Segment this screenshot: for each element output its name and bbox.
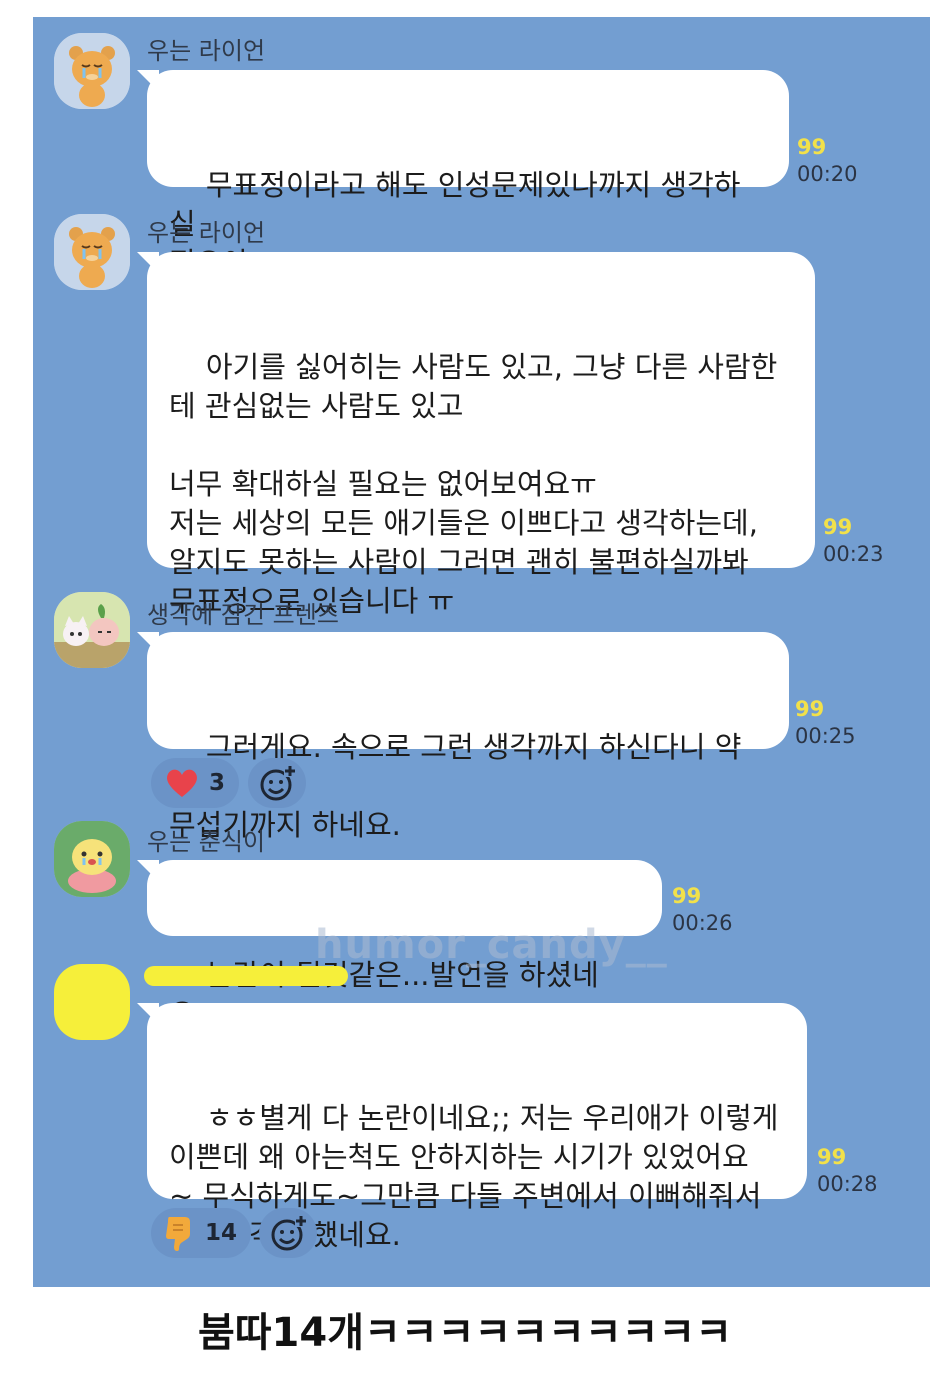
message-bubble[interactable]: 무표정이라고 해도 인성문제있나까지 생각하실 필요야... bbox=[137, 70, 789, 280]
message-text: 아기를 싫어히는 사람도 있고, 그냥 다른 사람한 테 관심없는 사람도 있고… bbox=[169, 350, 778, 618]
message-time: 00:26 bbox=[672, 911, 733, 935]
bubble-tail bbox=[137, 70, 159, 92]
sender-name: 우는 라이언 bbox=[147, 37, 266, 65]
message-bubble[interactable]: ㅎㅎ별게 다 논란이네요;; 저는 우리애가 이렇게 이쁜데 왜 아는척도 안하… bbox=[137, 1003, 807, 1252]
caption: 붐따14개ㅋㅋㅋㅋㅋㅋㅋㅋㅋㅋ bbox=[197, 1310, 733, 1356]
crying-lion-avatar-icon[interactable] bbox=[54, 214, 130, 290]
heart-icon bbox=[167, 769, 197, 797]
redacted-sender-name bbox=[144, 966, 348, 986]
unread-count: 99 bbox=[817, 1145, 847, 1169]
unread-count: 99 bbox=[823, 515, 853, 539]
bubble-tail bbox=[137, 632, 159, 654]
bubble-tail bbox=[137, 860, 159, 882]
unread-count: 99 bbox=[797, 135, 827, 159]
watermark: humor_candy__ bbox=[315, 922, 668, 968]
crying-choonsik-avatar-icon[interactable] bbox=[54, 821, 130, 897]
message-meta: 99 00:20 bbox=[797, 134, 858, 188]
sender-name: 우는 라이언 bbox=[147, 219, 266, 247]
add-reaction-button[interactable] bbox=[248, 758, 306, 808]
message-bubble[interactable]: 아기를 싫어히는 사람도 있고, 그냥 다른 사람한 테 관심없는 사람도 있고… bbox=[137, 252, 815, 618]
add-emoji-icon bbox=[260, 765, 296, 801]
thumbs-down-reaction[interactable]: 14 bbox=[151, 1208, 252, 1258]
message-meta: 99 00:26 bbox=[672, 883, 733, 937]
message-time: 00:28 bbox=[817, 1172, 878, 1196]
thumbs-down-icon bbox=[166, 1217, 190, 1251]
message-time: 00:20 bbox=[797, 162, 858, 186]
bubble-tail bbox=[137, 1003, 159, 1025]
bubble-tail bbox=[137, 252, 159, 274]
reaction-count: 3 bbox=[209, 770, 226, 796]
message-time: 00:23 bbox=[823, 542, 884, 566]
message-bubble[interactable]: 그러게요. 속으로 그런 생각까지 하신다니 약간 무섭기까지 하네요. bbox=[137, 632, 789, 842]
reaction-count: 14 bbox=[205, 1220, 238, 1246]
heart-reaction[interactable]: 3 bbox=[151, 758, 240, 808]
crying-lion-avatar-icon[interactable] bbox=[54, 33, 130, 109]
add-emoji-icon bbox=[271, 1215, 307, 1251]
add-reaction-button[interactable] bbox=[259, 1208, 317, 1258]
sender-name: 우는 춘식이 bbox=[147, 828, 266, 856]
message-meta: 99 00:23 bbox=[823, 514, 884, 568]
message-meta: 99 00:25 bbox=[795, 696, 856, 750]
sender-name: 생각에 잠긴 프렌즈 bbox=[147, 601, 339, 629]
message-meta: 99 00:28 bbox=[817, 1144, 878, 1198]
hidden-avatar-icon[interactable] bbox=[54, 964, 130, 1040]
chat-area[interactable]: 우는 라이언 무표정이라고 해도 인성문제있나까지 생각하실 필요야... 99… bbox=[33, 17, 930, 1287]
message-time: 00:25 bbox=[795, 724, 856, 748]
thinking-friends-avatar-icon[interactable] bbox=[54, 592, 130, 668]
unread-count: 99 bbox=[795, 697, 825, 721]
unread-count: 99 bbox=[672, 884, 702, 908]
